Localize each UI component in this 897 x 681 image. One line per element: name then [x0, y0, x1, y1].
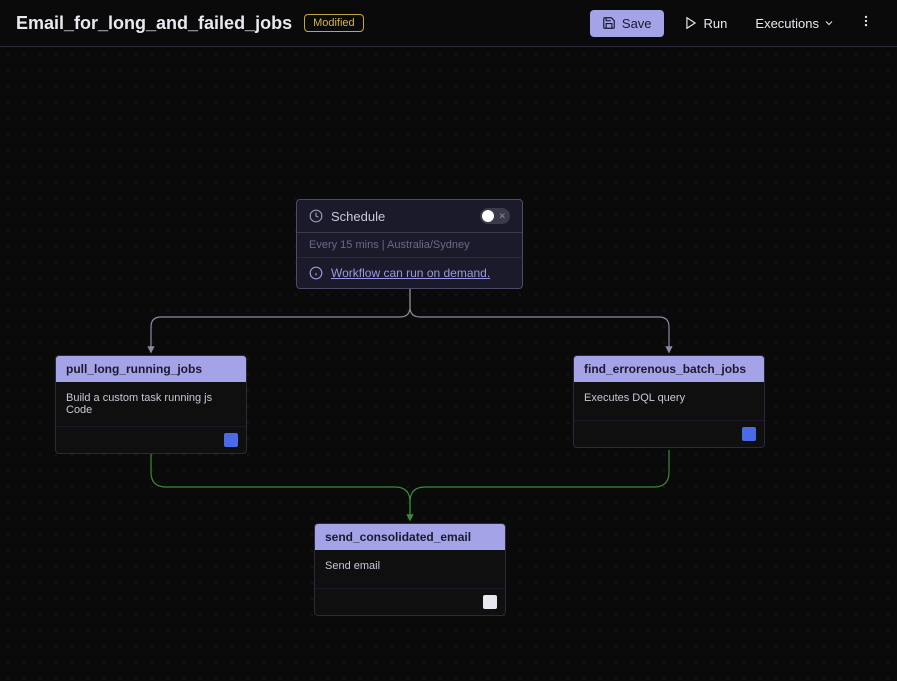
trigger-header: Schedule ✕ [297, 200, 522, 233]
schedule-toggle[interactable]: ✕ [480, 208, 510, 224]
save-label: Save [622, 16, 652, 31]
toggle-knob [482, 210, 494, 222]
save-button[interactable]: Save [590, 10, 664, 37]
header-left: Email_for_long_and_failed_jobs Modified [16, 13, 364, 34]
save-icon [602, 16, 616, 30]
task-node-find-erroneous-batch-jobs[interactable]: find_errorenous_batch_jobs Executes DQL … [573, 355, 765, 448]
trigger-title-text: Schedule [331, 209, 385, 224]
trigger-title-row: Schedule [309, 209, 385, 224]
email-icon [483, 595, 497, 609]
modified-badge: Modified [304, 14, 364, 32]
header-right: Save Run Executions [590, 6, 881, 41]
dots-vertical-icon [859, 14, 873, 28]
task-header: send_consolidated_email [315, 524, 505, 550]
chevron-down-icon [823, 17, 835, 29]
task-footer [56, 426, 246, 453]
on-demand-link[interactable]: Workflow can run on demand. [331, 266, 490, 280]
trigger-node-schedule[interactable]: Schedule ✕ Every 15 mins | Australia/Syd… [296, 199, 523, 289]
task-node-pull-long-running-jobs[interactable]: pull_long_running_jobs Build a custom ta… [55, 355, 247, 454]
info-icon [309, 266, 323, 280]
more-menu-button[interactable] [851, 6, 881, 41]
task-header: pull_long_running_jobs [56, 356, 246, 382]
task-description: Send email [315, 550, 505, 588]
header: Email_for_long_and_failed_jobs Modified … [0, 0, 897, 47]
clock-icon [309, 209, 323, 223]
trigger-subtitle: Every 15 mins | Australia/Sydney [297, 233, 522, 258]
task-header: find_errorenous_batch_jobs [574, 356, 764, 382]
run-label: Run [704, 16, 728, 31]
workflow-canvas[interactable]: Schedule ✕ Every 15 mins | Australia/Syd… [0, 47, 897, 681]
task-footer [574, 420, 764, 447]
workflow-title: Email_for_long_and_failed_jobs [16, 13, 292, 34]
run-button[interactable]: Run [672, 10, 740, 37]
task-node-send-consolidated-email[interactable]: send_consolidated_email Send email [314, 523, 506, 616]
executions-label: Executions [755, 16, 819, 31]
task-footer [315, 588, 505, 615]
play-icon [684, 16, 698, 30]
toggle-off-icon: ✕ [498, 211, 506, 222]
task-description: Executes DQL query [574, 382, 764, 420]
code-icon [224, 433, 238, 447]
task-description: Build a custom task running js Code [56, 382, 246, 426]
query-icon [742, 427, 756, 441]
trigger-info: Workflow can run on demand. [297, 258, 522, 288]
executions-dropdown[interactable]: Executions [747, 10, 843, 37]
